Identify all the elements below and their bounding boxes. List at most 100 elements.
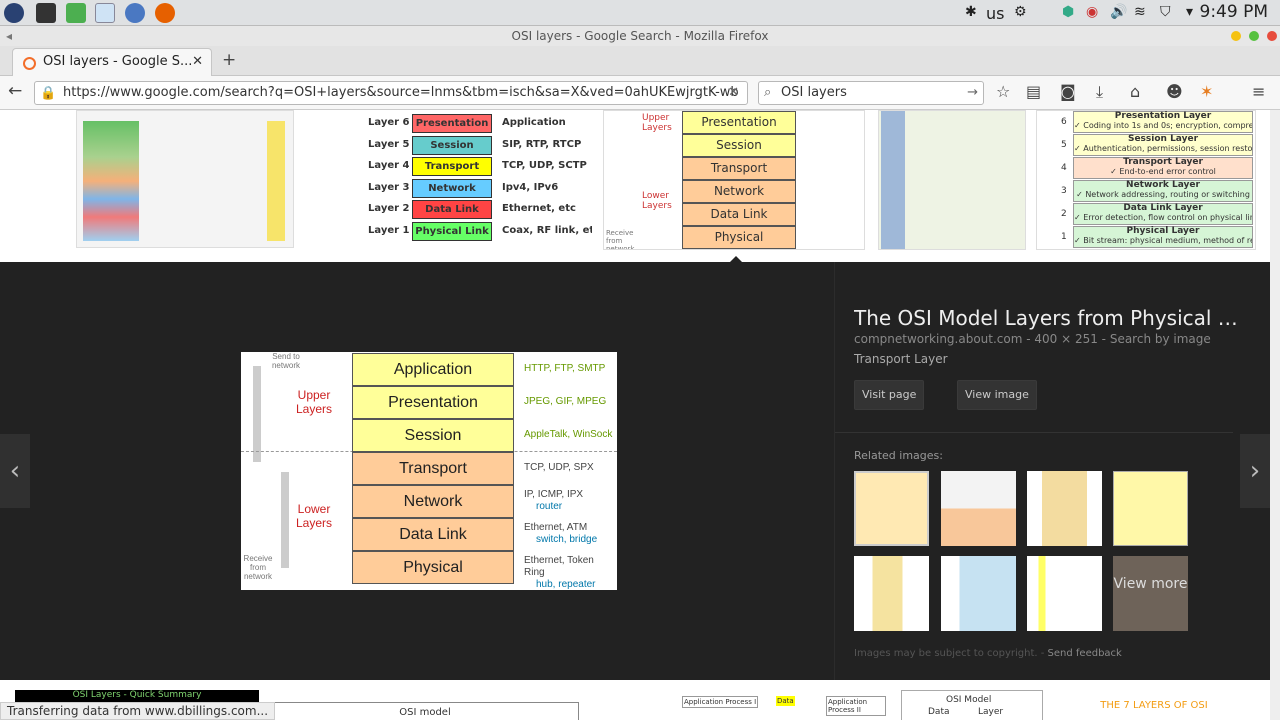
back-button[interactable]: ← <box>8 81 22 101</box>
process-1-label: Application Process I <box>682 696 759 708</box>
result-thumbnail-selected[interactable]: Upper Layers Lower Layers Receive from n… <box>603 110 865 250</box>
protocol-text: Ethernet, ATM <box>524 522 588 533</box>
result-thumbnail[interactable]: THE 7 LAYERS OF OSI <box>1055 690 1253 720</box>
reading-list-icon[interactable]: ▤ <box>1026 82 1041 101</box>
layer-name: Physical Link <box>412 221 492 241</box>
layer-protocols: TCP, UDP, SCTP <box>502 160 587 171</box>
related-image[interactable] <box>854 556 929 631</box>
thumb-layer: Presentation <box>682 111 796 134</box>
terminal-launcher-icon[interactable] <box>36 3 56 23</box>
osi-model-preview[interactable]: Send to network Receive from network Upp… <box>241 352 617 590</box>
osi-protocols-5: Ethernet, ATM switch, bridge <box>524 522 597 546</box>
protocol-text: TCP, UDP, SPX <box>524 462 594 473</box>
result-thumbnail[interactable]: Presentation Layer ✓ Coding into 1s and 0… <box>1036 110 1256 250</box>
quick-summary-title: OSI Layers - Quick Summary <box>72 690 202 700</box>
browser-launcher-icon[interactable] <box>125 3 145 23</box>
clock[interactable]: 9:49 PM <box>1200 2 1269 22</box>
layer-index: 4 <box>1061 163 1067 173</box>
volume-icon[interactable]: 🔊 <box>1110 4 1127 20</box>
menu-icon[interactable]: ◂ <box>6 26 12 46</box>
layer-desc: ✓ Coding into 1s and 0s; encryption, com… <box>1074 121 1252 130</box>
send-label: Send to network <box>271 352 300 370</box>
bookmark-star-icon[interactable]: ☆ <box>996 82 1010 101</box>
related-image[interactable] <box>941 471 1016 546</box>
layer-desc: ✓ Network addressing, routing or switchi… <box>1076 190 1250 199</box>
osi-protocols-6: Ethernet, Token Ring hub, repeater <box>524 555 617 591</box>
firefox-launcher-icon[interactable] <box>155 3 175 23</box>
result-thumbnail[interactable] <box>76 110 294 248</box>
screen-launcher-icon[interactable] <box>95 3 115 23</box>
layer-name: Data Link <box>412 200 492 219</box>
layer-protocols: Ipv4, IPv6 <box>502 181 559 193</box>
stop-icon[interactable]: ✕ <box>728 82 739 104</box>
loading-icon <box>23 57 36 70</box>
network-tray-icon[interactable]: ⚙ <box>1014 4 1027 20</box>
osi-layer-item: Data Link Layer ✓ Error detection, flow c… <box>1073 203 1253 225</box>
close-tab-icon[interactable]: ✕ <box>192 54 203 69</box>
app-launcher-icon[interactable] <box>66 3 86 23</box>
related-image[interactable] <box>854 471 929 546</box>
related-image[interactable] <box>941 556 1016 631</box>
layer-protocols: Ethernet, etc <box>502 203 576 214</box>
layer-index: 2 <box>1061 209 1067 219</box>
record-tray-icon[interactable]: ◉ <box>1086 4 1098 20</box>
maximize-button[interactable] <box>1249 31 1259 41</box>
layer-protocols: Application <box>502 117 566 128</box>
visit-page-button[interactable]: Visit page <box>854 380 925 410</box>
result-thumbnail[interactable]: Layer 6 Presentation Application Layer 5 Ses… <box>364 110 592 250</box>
osi-layer-2: Session <box>352 419 514 452</box>
result-thumbnail[interactable]: OSI model <box>271 702 579 720</box>
osi-model-2-title: OSI Model <box>946 695 992 705</box>
tab-osi-layers[interactable]: OSI layers - Google S... ✕ <box>12 48 212 77</box>
osi-layer-1: Presentation <box>352 386 514 419</box>
result-thumbnail[interactable]: Application Process I Data Application P… <box>676 690 886 720</box>
chat-icon[interactable]: ☻ <box>1166 82 1183 101</box>
keyboard-layout-indicator[interactable]: us <box>986 4 1004 23</box>
wifi-icon[interactable]: ≋ <box>1134 4 1146 20</box>
pocket-icon[interactable]: ◙ <box>1060 82 1076 101</box>
hamburger-menu-icon[interactable]: ≡ <box>1252 82 1265 101</box>
new-tab-button[interactable]: + <box>222 50 236 70</box>
previous-image-button[interactable]: ‹ <box>0 434 30 508</box>
thumb-receive-label: Receive from network <box>606 229 635 250</box>
update-tray-icon[interactable]: ⬢ <box>1062 4 1074 20</box>
home-icon[interactable]: ⌂ <box>1130 82 1140 101</box>
related-image[interactable] <box>1027 556 1102 631</box>
related-image[interactable] <box>1113 471 1188 546</box>
bluetooth-icon[interactable]: ✱ <box>965 4 977 20</box>
image-title[interactable]: The OSI Model Layers from Physical … <box>854 306 1264 330</box>
image-info-panel: ✕ The OSI Model Layers from Physical … c… <box>834 262 1270 680</box>
send-feedback-link[interactable]: Send feedback <box>1048 648 1122 659</box>
page-scrollbar[interactable] <box>1270 110 1280 720</box>
layer-name: Network <box>412 178 492 198</box>
shield-tray-icon[interactable]: ⛉ <box>1160 4 1171 20</box>
osi-protocols-1: JPEG, GIF, MPEG <box>524 396 606 408</box>
go-arrow-icon[interactable]: → <box>967 82 978 104</box>
close-window-button[interactable] <box>1267 31 1277 41</box>
osi-protocols-3: TCP, UDP, SPX <box>524 462 594 474</box>
search-input[interactable]: ⌕ OSI layers → <box>758 81 984 105</box>
image-source[interactable]: compnetworking.about.com - 400 × 251 - S… <box>854 332 1211 346</box>
tab-bar: OSI layers - Google S... ✕ + <box>0 46 1280 77</box>
protocol-text: AppleTalk, WinSock <box>524 429 613 440</box>
result-thumbnail[interactable] <box>878 110 1026 250</box>
chevron-down-icon[interactable]: ▾ <box>1186 4 1193 20</box>
result-thumbnail[interactable]: OSI Model Data Layer <box>901 690 1043 720</box>
layer-title: Transport Layer <box>1123 157 1203 167</box>
next-image-button[interactable]: › <box>1240 434 1270 508</box>
extension-icon[interactable]: ✶ <box>1200 82 1213 101</box>
data-label: Data <box>776 696 795 706</box>
layer-number: Layer 5 <box>368 138 410 150</box>
process-2-label: Application Process II <box>826 696 886 716</box>
view-image-button[interactable]: View image <box>957 380 1037 410</box>
url-bar[interactable]: 🔒 https://www.google.com/search?q=OSI+la… <box>34 81 748 105</box>
minimize-button[interactable] <box>1231 31 1241 41</box>
lock-icon[interactable]: 🔒 <box>40 83 56 104</box>
protocol-text: Ethernet, Token Ring <box>524 555 594 578</box>
page-content: Layer 6 Presentation Application Layer 5 Ses… <box>0 110 1270 720</box>
related-image[interactable] <box>1027 471 1102 546</box>
fedora-menu-icon[interactable] <box>4 3 24 23</box>
download-icon[interactable]: ⤓ <box>1096 82 1103 102</box>
osi-layer-item: Session Layer ✓ Authentication, permissio… <box>1073 134 1253 156</box>
view-more-button[interactable]: View more <box>1113 556 1188 631</box>
